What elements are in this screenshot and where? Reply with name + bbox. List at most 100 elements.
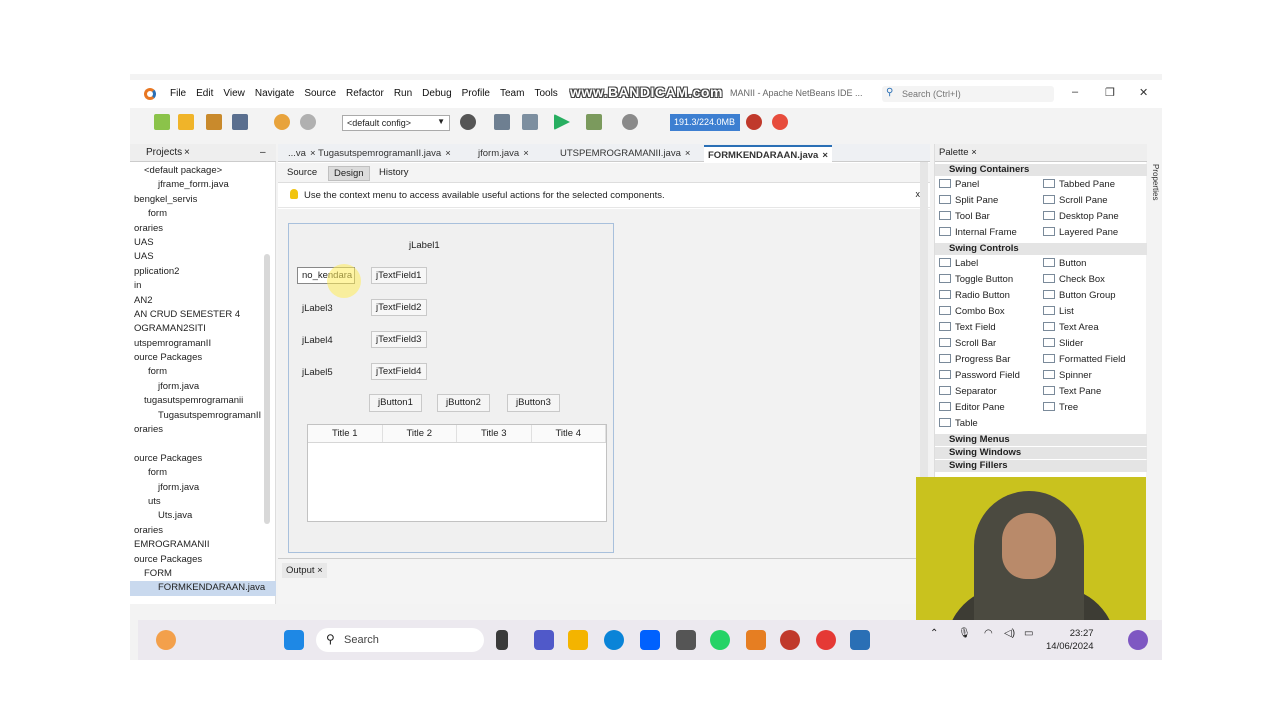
palette-item[interactable]: Button Group bbox=[1039, 288, 1143, 304]
windows-start-icon[interactable] bbox=[284, 630, 304, 650]
output-tab-close-icon[interactable]: × bbox=[317, 565, 323, 576]
memory-indicator[interactable]: 191.3/224.0MB bbox=[670, 114, 740, 131]
menu-run[interactable]: Run bbox=[394, 88, 412, 99]
text-field-1[interactable]: jTextField1 bbox=[371, 267, 427, 284]
form-table[interactable]: Title 1 Title 2 Title 3 Title 4 bbox=[307, 424, 607, 522]
new-file-icon[interactable] bbox=[154, 114, 170, 130]
text-field-2[interactable]: jTextField2 bbox=[371, 299, 427, 316]
tree-item[interactable]: form bbox=[130, 365, 276, 379]
tree-item[interactable]: AN2 bbox=[130, 294, 276, 308]
open-project-icon[interactable] bbox=[206, 114, 222, 130]
tree-item[interactable]: oraries bbox=[130, 222, 276, 236]
projects-minimize-icon[interactable]: – bbox=[260, 147, 266, 163]
editor-tab-close-icon[interactable]: × bbox=[445, 148, 451, 159]
menu-view[interactable]: View bbox=[223, 88, 245, 99]
palette-item[interactable]: List bbox=[1039, 304, 1143, 320]
save-all-icon[interactable] bbox=[232, 114, 248, 130]
undo-icon[interactable] bbox=[274, 114, 290, 130]
palette-item[interactable]: Text Field bbox=[935, 320, 1039, 336]
tree-item[interactable]: jform.java bbox=[130, 380, 276, 394]
netbeans-icon[interactable] bbox=[850, 630, 870, 650]
config-select[interactable]: <default config> ▼ bbox=[342, 115, 450, 131]
tree-item[interactable]: utspemrogramanII bbox=[130, 337, 276, 351]
tree-item[interactable]: uts bbox=[130, 495, 276, 509]
tree-item[interactable] bbox=[130, 437, 276, 451]
palette-item[interactable]: Scroll Pane bbox=[1039, 193, 1143, 209]
palette-category[interactable]: Swing Controls bbox=[935, 243, 1147, 255]
microphone-icon[interactable]: 🎙 bbox=[958, 628, 971, 639]
editor-tab[interactable]: UTSPEMROGRAMANII.java × bbox=[556, 145, 694, 162]
palette-item[interactable]: Label bbox=[935, 256, 1039, 272]
output-tab[interactable]: Output × bbox=[282, 563, 327, 578]
palette-item[interactable]: Tool Bar bbox=[935, 209, 1039, 225]
table-column-header[interactable]: Title 1 bbox=[308, 425, 383, 442]
debug-icon[interactable] bbox=[586, 114, 602, 130]
table-column-header[interactable]: Title 2 bbox=[383, 425, 457, 442]
camera-icon[interactable] bbox=[676, 630, 696, 650]
target-icon[interactable] bbox=[460, 114, 476, 130]
projects-tab[interactable]: Projects bbox=[146, 147, 182, 163]
tree-item[interactable]: AN CRUD SEMESTER 4 bbox=[130, 308, 276, 322]
tree-item[interactable]: oraries bbox=[130, 423, 276, 437]
text-field-3[interactable]: jTextField3 bbox=[371, 331, 427, 348]
text-field-4[interactable]: jTextField4 bbox=[371, 363, 427, 380]
palette-item[interactable]: Internal Frame bbox=[935, 225, 1039, 241]
new-project-icon[interactable] bbox=[178, 114, 194, 130]
palette-item[interactable]: Combo Box bbox=[935, 304, 1039, 320]
history-button[interactable]: History bbox=[374, 166, 414, 181]
jframe-form[interactable]: jLabel1 no_kendara jLabel3 jLabel4 jLabe… bbox=[288, 223, 614, 553]
palette-item[interactable]: Panel bbox=[935, 177, 1039, 193]
palette-item[interactable]: Button bbox=[1039, 256, 1143, 272]
palette-tab-close-icon[interactable]: × bbox=[971, 147, 977, 158]
palette-category[interactable]: Swing Containers bbox=[935, 164, 1147, 176]
form-title-label[interactable]: jLabel1 bbox=[409, 240, 440, 251]
palette-item[interactable]: Formatted Field bbox=[1039, 352, 1143, 368]
tree-item[interactable]: UAS bbox=[130, 236, 276, 250]
tree-item[interactable]: FORMKENDARAAN.java bbox=[130, 581, 276, 596]
source-button[interactable]: Source bbox=[282, 166, 322, 181]
teams-icon[interactable] bbox=[534, 630, 554, 650]
editor-tab[interactable]: FORMKENDARAAN.java × bbox=[704, 145, 832, 162]
menu-debug[interactable]: Debug bbox=[422, 88, 451, 99]
tree-item[interactable]: tugasutspemrogramanii bbox=[130, 394, 276, 408]
search-input[interactable] bbox=[902, 87, 1050, 101]
palette-item[interactable]: Check Box bbox=[1039, 272, 1143, 288]
task-view-icon[interactable] bbox=[496, 630, 508, 650]
palette-category[interactable]: Swing Windows bbox=[935, 447, 1147, 459]
widgets-icon[interactable] bbox=[156, 630, 176, 650]
palette-category[interactable]: Swing Menus bbox=[935, 434, 1147, 446]
palette-item[interactable]: Text Area bbox=[1039, 320, 1143, 336]
projects-scrollbar[interactable] bbox=[264, 254, 270, 524]
menu-profile[interactable]: Profile bbox=[462, 88, 490, 99]
copilot-icon[interactable] bbox=[1128, 630, 1148, 650]
maximize-button[interactable]: ❐ bbox=[1105, 86, 1115, 99]
palette-item[interactable]: Password Field bbox=[935, 368, 1039, 384]
form-label-4[interactable]: jLabel4 bbox=[302, 335, 333, 346]
palette-item[interactable]: Slider bbox=[1039, 336, 1143, 352]
editor-tab-close-icon[interactable]: × bbox=[523, 148, 529, 159]
palette-item[interactable]: Tabbed Pane bbox=[1039, 177, 1143, 193]
tree-item[interactable]: <default package> bbox=[130, 164, 276, 178]
tree-item[interactable]: Uts.java bbox=[130, 509, 276, 523]
dropbox-icon[interactable] bbox=[640, 630, 660, 650]
palette-item[interactable]: Table bbox=[935, 416, 1039, 432]
xampp-icon[interactable] bbox=[746, 630, 766, 650]
palette-category[interactable]: Swing Fillers bbox=[935, 460, 1147, 472]
palette-item[interactable]: Editor Pane bbox=[935, 400, 1039, 416]
form-button-3[interactable]: jButton3 bbox=[507, 394, 560, 412]
projects-tab-close-icon[interactable]: × bbox=[184, 147, 190, 163]
palette-item[interactable]: Desktop Pane bbox=[1039, 209, 1143, 225]
editor-tab[interactable]: jform.java × bbox=[474, 145, 533, 162]
tree-item[interactable]: bengkel_servis bbox=[130, 193, 276, 207]
clean-build-icon[interactable] bbox=[522, 114, 538, 130]
table-column-header[interactable]: Title 4 bbox=[532, 425, 606, 442]
tree-item[interactable]: pplication2 bbox=[130, 265, 276, 279]
whatsapp-icon[interactable] bbox=[710, 630, 730, 650]
tree-item[interactable]: ource Packages bbox=[130, 553, 276, 567]
battery-icon[interactable]: ▭ bbox=[1024, 628, 1033, 639]
redo-icon[interactable] bbox=[300, 114, 316, 130]
menu-refactor[interactable]: Refactor bbox=[346, 88, 384, 99]
menu-file[interactable]: File bbox=[170, 88, 186, 99]
edge-icon[interactable] bbox=[604, 630, 624, 650]
record-icon[interactable] bbox=[780, 630, 800, 650]
